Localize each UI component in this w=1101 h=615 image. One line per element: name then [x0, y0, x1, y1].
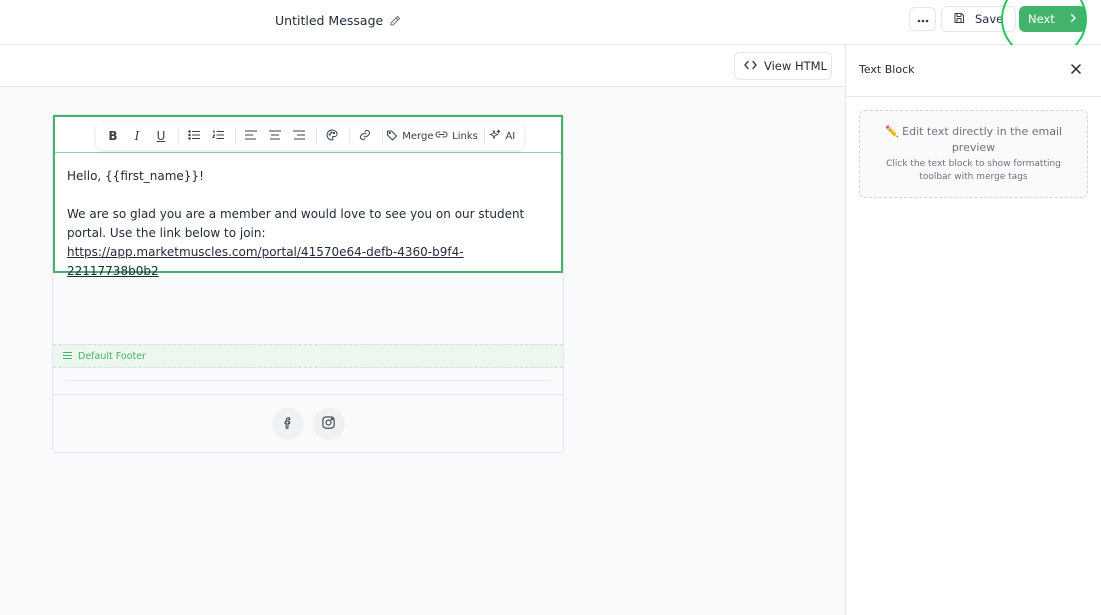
- links-label: Links: [452, 130, 478, 142]
- bullet-list-icon: [188, 129, 200, 143]
- hint-sub-text: Click the text block to show formatting …: [886, 159, 1061, 182]
- bullet-list-button[interactable]: [183, 125, 205, 147]
- email-paragraph: We are so glad you are a member and woul…: [67, 205, 551, 281]
- sparkles-icon: [489, 129, 501, 144]
- text-block-toolbar-area: B I U Merge Links AI: [55, 117, 561, 153]
- insert-link-button[interactable]: [354, 125, 376, 147]
- more-options-button[interactable]: [909, 7, 936, 31]
- email-preview: B I U Merge Links AI Hello, {{first_name…: [52, 114, 564, 453]
- bold-button[interactable]: B: [102, 125, 124, 147]
- message-title[interactable]: Untitled Message: [275, 13, 383, 28]
- panel-header: Text Block: [846, 45, 1101, 97]
- close-icon[interactable]: [1070, 63, 1082, 75]
- top-bar: Untitled Message Save Next: [0, 0, 1101, 60]
- message-title-group: Untitled Message: [275, 13, 401, 28]
- link-icon: [359, 129, 371, 144]
- hint-main-text: ✏️ Edit text directly in the email previ…: [884, 125, 1063, 154]
- footer-divider: [65, 380, 551, 381]
- merge-tags-button[interactable]: Merge: [386, 125, 434, 147]
- toolbar-divider: [381, 128, 383, 144]
- footer-divider: [53, 394, 563, 395]
- formatting-toolbar: B I U Merge Links AI: [96, 122, 524, 150]
- floppy-disk-icon: [953, 12, 965, 27]
- text-color-button[interactable]: [321, 125, 343, 147]
- toolbar-divider: [348, 128, 350, 144]
- save-button-label: Save: [975, 12, 1004, 26]
- hamburger-icon: [63, 351, 72, 362]
- text-block-panel: Text Block ✏️ Edit text directly in the …: [845, 45, 1101, 615]
- default-footer-label: Default Footer: [78, 350, 146, 362]
- align-right-icon: [292, 129, 305, 143]
- instagram-link[interactable]: [312, 408, 345, 440]
- toolbar-divider: [234, 128, 236, 144]
- email-paragraph-text: We are so glad you are a member and woul…: [67, 207, 525, 240]
- links-button[interactable]: Links: [435, 125, 478, 147]
- italic-button[interactable]: I: [126, 125, 148, 147]
- view-html-label: View HTML: [764, 59, 827, 73]
- editor-area: View HTML B I U Merge Links AI Hello, {{…: [0, 45, 845, 615]
- align-center-icon: [268, 129, 281, 143]
- email-greeting: Hello, {{first_name}}!: [67, 169, 204, 183]
- panel-title: Text Block: [859, 63, 915, 76]
- code-brackets-icon: [744, 59, 757, 73]
- tag-icon: [386, 129, 398, 144]
- email-body-text[interactable]: Hello, {{first_name}}! We are so glad yo…: [67, 167, 551, 281]
- editor-toolbar: View HTML: [0, 45, 845, 87]
- edit-hint-box: ✏️ Edit text directly in the email previ…: [859, 110, 1088, 198]
- next-button[interactable]: Next: [1019, 6, 1086, 32]
- default-footer-block[interactable]: Default Footer: [53, 344, 563, 368]
- align-center-button[interactable]: [264, 125, 286, 147]
- social-links: [53, 408, 563, 440]
- chevron-right-icon: [1069, 12, 1077, 26]
- align-left-icon: [244, 129, 257, 143]
- save-button[interactable]: Save: [941, 6, 1016, 32]
- toolbar-divider: [315, 128, 317, 144]
- toolbar-divider: [178, 128, 179, 144]
- instagram-icon: [321, 415, 336, 433]
- pencil-icon[interactable]: [389, 15, 401, 27]
- toolbar-divider: [483, 128, 485, 144]
- align-right-button[interactable]: [288, 125, 310, 147]
- view-html-button[interactable]: View HTML: [734, 52, 832, 80]
- align-left-button[interactable]: [240, 125, 262, 147]
- numbered-list-icon: [211, 129, 224, 143]
- palette-icon: [326, 128, 338, 144]
- portal-link[interactable]: https://app.marketmuscles.com/portal/415…: [67, 245, 464, 278]
- facebook-icon: [281, 416, 295, 433]
- merge-label: Merge: [402, 130, 434, 142]
- ai-label: AI: [505, 130, 516, 142]
- next-button-label: Next: [1028, 12, 1055, 26]
- chain-link-icon: [435, 130, 448, 142]
- underline-button[interactable]: U: [150, 125, 172, 147]
- ai-assist-button[interactable]: AI: [489, 125, 516, 147]
- numbered-list-button[interactable]: [207, 125, 229, 147]
- ellipsis-icon: [917, 12, 929, 26]
- facebook-link[interactable]: [271, 408, 304, 440]
- text-block[interactable]: B I U Merge Links AI Hello, {{first_name…: [53, 115, 563, 278]
